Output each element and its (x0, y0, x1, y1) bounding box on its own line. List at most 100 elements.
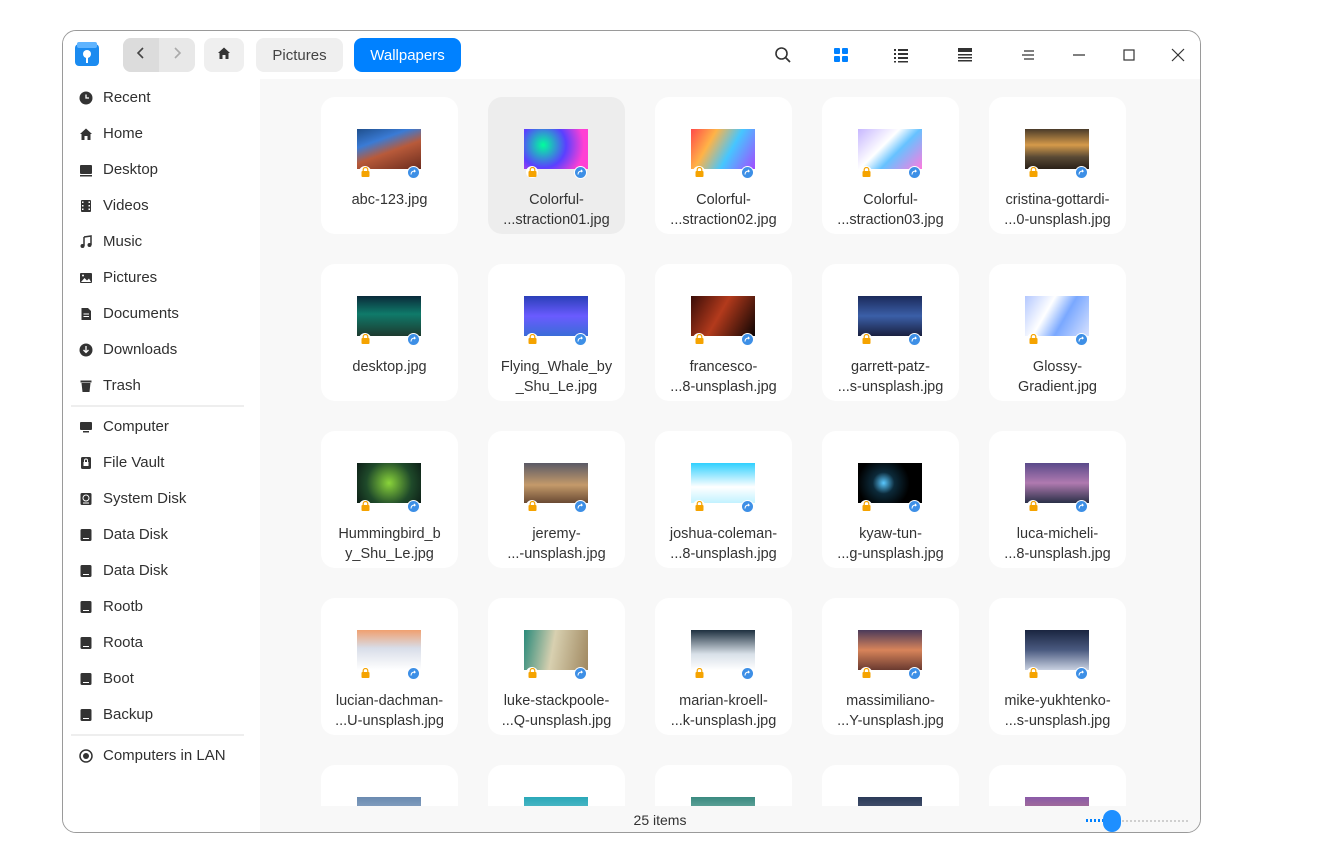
file-name-line-1: Flying_Whale_by (500, 359, 613, 375)
forward-button[interactable] (159, 38, 195, 72)
file-item[interactable]: Colorful- ...straction01.jpg (488, 97, 625, 234)
home-button[interactable] (204, 38, 244, 72)
file-item[interactable]: luke-stackpoole- ...Q-unsplash.jpg (488, 598, 625, 735)
maximize-icon[interactable] (1117, 43, 1141, 67)
image-thumbnail (858, 129, 922, 169)
file-item[interactable]: Glossy- Gradient.jpg (989, 264, 1126, 401)
image-thumbnail (691, 630, 755, 670)
sidebar-item-backup[interactable]: Backup (63, 697, 260, 733)
file-item[interactable] (655, 765, 792, 806)
file-item[interactable]: abc-123.jpg (321, 97, 458, 234)
file-manager-app-icon[interactable] (72, 39, 102, 69)
sidebar-item-computer[interactable]: Computer (63, 409, 260, 445)
sidebar-item-label: Data Disk (103, 562, 169, 579)
sidebar-item-system-disk[interactable]: System Disk (63, 481, 260, 517)
sidebar-divider (71, 734, 244, 736)
list-view-icon[interactable] (889, 43, 913, 67)
image-thumbnail (858, 630, 922, 670)
share-link-icon (1075, 333, 1088, 346)
sidebar-item-label: Trash (103, 377, 141, 394)
search-icon[interactable] (771, 43, 795, 67)
file-item[interactable]: Hummingbird_b y_Shu_Le.jpg (321, 431, 458, 568)
sidebar-item-home[interactable]: Home (63, 116, 260, 152)
breadcrumb-pictures[interactable]: Pictures (256, 38, 343, 72)
sidebar: Recent Home Desktop Videos Music Picture… (63, 79, 260, 832)
file-item[interactable] (989, 765, 1126, 806)
sidebar-item-data-disk-2[interactable]: Data Disk (63, 553, 260, 589)
sidebar-item-data-disk-1[interactable]: Data Disk (63, 517, 260, 553)
file-name-line-1: Colorful- (863, 192, 918, 208)
back-button[interactable] (123, 38, 159, 72)
sidebar-item-roota[interactable]: Roota (63, 625, 260, 661)
file-item[interactable]: marian-kroell- ...k-unsplash.jpg (655, 598, 792, 735)
file-item[interactable]: cristina-gottardi- ...0-unsplash.jpg (989, 97, 1126, 234)
sidebar-item-label: Home (103, 125, 144, 142)
file-name-line-2: ...g-unsplash.jpg (837, 546, 944, 562)
file-name-line-1: joshua-coleman- (669, 526, 778, 542)
file-item[interactable]: kyaw-tun- ...g-unsplash.jpg (822, 431, 959, 568)
sidebar-item-recent[interactable]: Recent (63, 80, 260, 116)
file-name-line-2: ...8-unsplash.jpg (670, 379, 777, 395)
file-item[interactable]: desktop.jpg (321, 264, 458, 401)
disk-icon (79, 564, 93, 578)
disk-icon (79, 672, 93, 686)
file-name: lucian-dachman- ...U-unsplash.jpg (325, 691, 454, 731)
sidebar-item-downloads[interactable]: Downloads (63, 332, 260, 368)
file-item[interactable]: francesco- ...8-unsplash.jpg (655, 264, 792, 401)
file-name-line-2: ...straction03.jpg (837, 212, 944, 228)
image-thumbnail (524, 630, 588, 670)
file-name-line-2: ...straction02.jpg (670, 212, 777, 228)
file-name-line-1: Colorful- (529, 192, 584, 208)
file-item[interactable]: joshua-coleman- ...8-unsplash.jpg (655, 431, 792, 568)
share-link-icon (1075, 500, 1088, 513)
file-name-line-1: Hummingbird_b (338, 526, 441, 542)
file-item[interactable]: massimiliano- ...Y-unsplash.jpg (822, 598, 959, 735)
lock-icon (526, 500, 538, 512)
file-item[interactable]: garrett-patz- ...s-unsplash.jpg (822, 264, 959, 401)
sidebar-item-boot[interactable]: Boot (63, 661, 260, 697)
sidebar-item-videos[interactable]: Videos (63, 188, 260, 224)
sidebar-item-file-vault[interactable]: File Vault (63, 445, 260, 481)
icon-view-icon[interactable] (829, 43, 853, 67)
file-item[interactable]: Colorful- ...straction02.jpg (655, 97, 792, 234)
file-name: Glossy- Gradient.jpg (993, 357, 1122, 397)
sidebar-item-rootb[interactable]: Rootb (63, 589, 260, 625)
file-item[interactable]: jeremy- ...-unsplash.jpg (488, 431, 625, 568)
file-item[interactable] (488, 765, 625, 806)
tree-view-icon[interactable] (953, 43, 977, 67)
share-link-icon (908, 166, 921, 179)
trash-icon (79, 379, 93, 393)
file-item[interactable]: Colorful- ...straction03.jpg (822, 97, 959, 234)
close-icon[interactable] (1166, 43, 1190, 67)
sidebar-item-documents[interactable]: Documents (63, 296, 260, 332)
file-name: jeremy- ...-unsplash.jpg (492, 524, 621, 564)
download-icon (79, 343, 93, 357)
file-item[interactable]: lucian-dachman- ...U-unsplash.jpg (321, 598, 458, 735)
zoom-slider-handle[interactable] (1103, 810, 1122, 832)
sidebar-item-desktop[interactable]: Desktop (63, 152, 260, 188)
file-item[interactable]: mike-yukhtenko- ...s-unsplash.jpg (989, 598, 1126, 735)
sidebar-item-music[interactable]: Music (63, 224, 260, 260)
sidebar-item-label: File Vault (103, 454, 165, 471)
file-item[interactable] (822, 765, 959, 806)
file-item[interactable]: Flying_Whale_by _Shu_Le.jpg (488, 264, 625, 401)
share-link-icon (574, 500, 587, 513)
lock-icon (526, 667, 538, 679)
sidebar-item-label: Desktop (103, 161, 159, 178)
file-item[interactable] (321, 765, 458, 806)
sidebar-item-computers-in-lan[interactable]: Computers in LAN (63, 738, 260, 774)
network-icon (79, 749, 93, 763)
breadcrumb-wallpapers[interactable]: Wallpapers (354, 38, 461, 72)
sidebar-item-trash[interactable]: Trash (63, 368, 260, 404)
menu-icon[interactable] (1016, 43, 1040, 67)
system-disk-icon (79, 492, 93, 506)
sidebar-item-pictures[interactable]: Pictures (63, 260, 260, 296)
lock-icon (860, 333, 872, 345)
image-icon (79, 271, 93, 285)
minimize-icon[interactable] (1067, 43, 1091, 67)
file-name: joshua-coleman- ...8-unsplash.jpg (659, 524, 788, 564)
file-name: kyaw-tun- ...g-unsplash.jpg (826, 524, 955, 564)
file-item[interactable]: luca-micheli- ...8-unsplash.jpg (989, 431, 1126, 568)
disk-icon (79, 600, 93, 614)
sidebar-item-label: Boot (103, 670, 134, 687)
